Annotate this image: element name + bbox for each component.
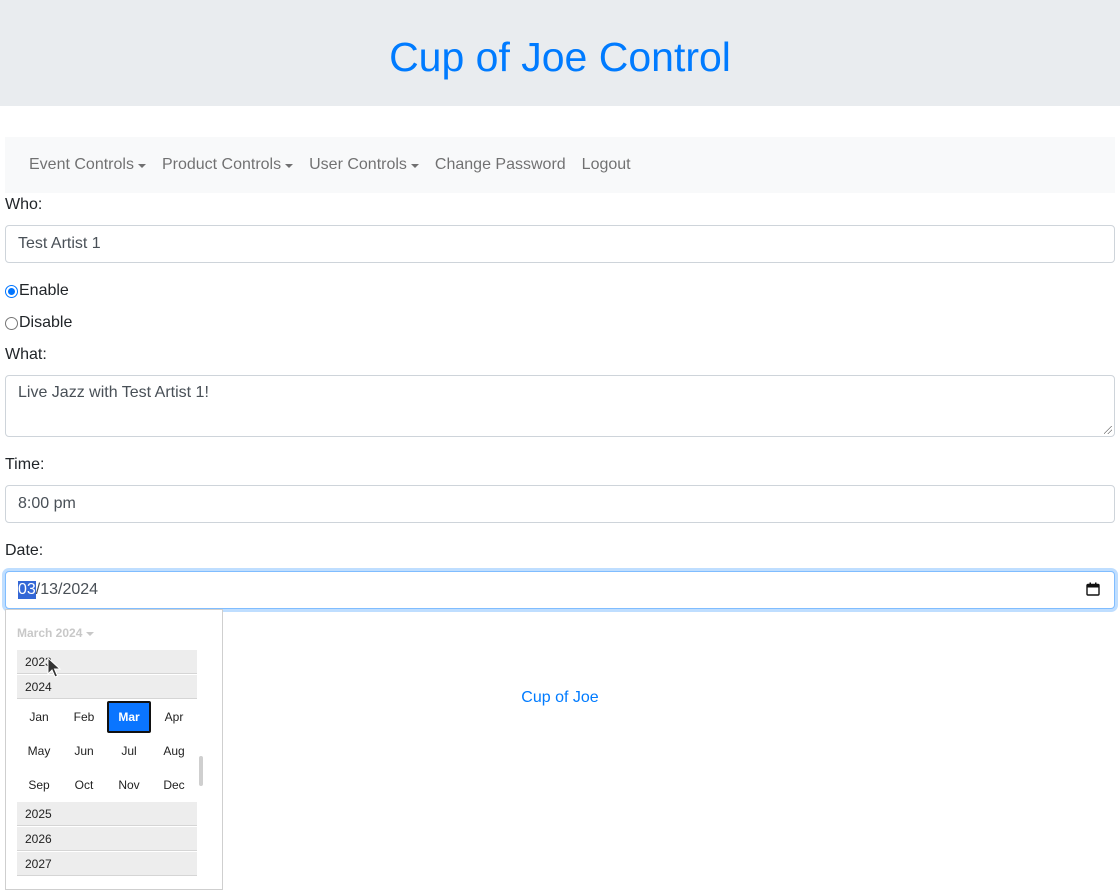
enable-radio-row[interactable]: Enable [5,282,69,300]
enable-label: Enable [19,282,69,299]
month-oct[interactable]: Oct [62,769,106,801]
nav-logout-label: Logout [581,156,631,173]
year-label: 2024 [25,679,52,694]
year-row-2024[interactable]: 2024 [17,675,197,699]
year-row-2026[interactable]: 2026 [17,827,197,851]
time-input[interactable]: 8:00 pm [5,485,1115,523]
year-label: 2027 [25,856,52,871]
month-sep[interactable]: Sep [17,769,61,801]
navbar: Event Controls Product Controls User Con… [5,137,1115,193]
date-rest-segment[interactable]: /13/2024 [36,581,98,599]
nav-change-password[interactable]: Change Password [427,156,574,174]
what-label: What: [5,346,47,363]
month-may[interactable]: May [17,735,61,767]
month-jul[interactable]: Jul [107,735,151,767]
what-textarea[interactable]: Live Jazz with Test Artist 1! [5,375,1115,437]
year-label: 2026 [25,831,52,846]
time-label: Time: [5,456,45,473]
page-title: Cup of Joe Control [389,34,731,80]
picker-header-label: March 2024 [17,626,83,640]
nav-user-controls[interactable]: User Controls [301,156,427,174]
year-row-2023[interactable]: 2023 [17,650,197,674]
caret-down-icon [285,164,294,168]
resize-grip-icon[interactable] [1104,426,1112,434]
year-label: 2025 [25,806,52,821]
page-header: Cup of Joe Control [0,0,1120,106]
who-input[interactable]: Test Artist 1 [5,225,1115,263]
caret-down-icon [137,164,146,168]
month-nov[interactable]: Nov [107,769,151,801]
nav-event-controls[interactable]: Event Controls [21,156,154,174]
picker-scrollbar[interactable] [199,756,203,786]
nav-change-password-label: Change Password [434,156,566,173]
month-jun[interactable]: Jun [62,735,106,767]
disable-radio[interactable] [5,316,18,330]
caret-down-icon [86,632,95,636]
nav-product-controls-label: Product Controls [161,156,282,173]
month-mar-selected[interactable]: Mar [107,701,151,733]
nav-user-controls-label: User Controls [309,156,407,173]
nav-event-controls-label: Event Controls [29,156,134,173]
who-label: Who: [5,196,43,213]
caret-down-icon [410,164,419,168]
calendar-icon[interactable] [1086,582,1100,596]
year-row-2027[interactable]: 2027 [17,852,197,876]
nav-product-controls[interactable]: Product Controls [154,156,301,174]
month-dec[interactable]: Dec [152,769,196,801]
year-row-2025[interactable]: 2025 [17,802,197,826]
time-input-value: 8:00 pm [18,495,76,512]
what-textarea-value: Live Jazz with Test Artist 1! [18,384,209,401]
enable-radio[interactable] [5,284,18,298]
disable-label: Disable [19,314,73,331]
date-month-segment[interactable]: 03 [18,581,36,599]
date-input[interactable]: 03/13/2024 [5,571,1115,609]
month-feb[interactable]: Feb [62,701,106,733]
month-apr[interactable]: Apr [152,701,196,733]
who-input-value: Test Artist 1 [18,235,101,252]
date-label: Date: [5,542,44,559]
month-aug[interactable]: Aug [152,735,196,767]
disable-radio-row[interactable]: Disable [5,314,72,332]
picker-month-year-toggle[interactable]: March 2024 [17,626,95,640]
nav-logout[interactable]: Logout [574,156,639,174]
mouse-cursor-icon [47,657,61,678]
month-jan[interactable]: Jan [17,701,61,733]
date-picker-popup: March 2024 2023 2024 Jan Feb Mar Apr May… [5,609,223,890]
